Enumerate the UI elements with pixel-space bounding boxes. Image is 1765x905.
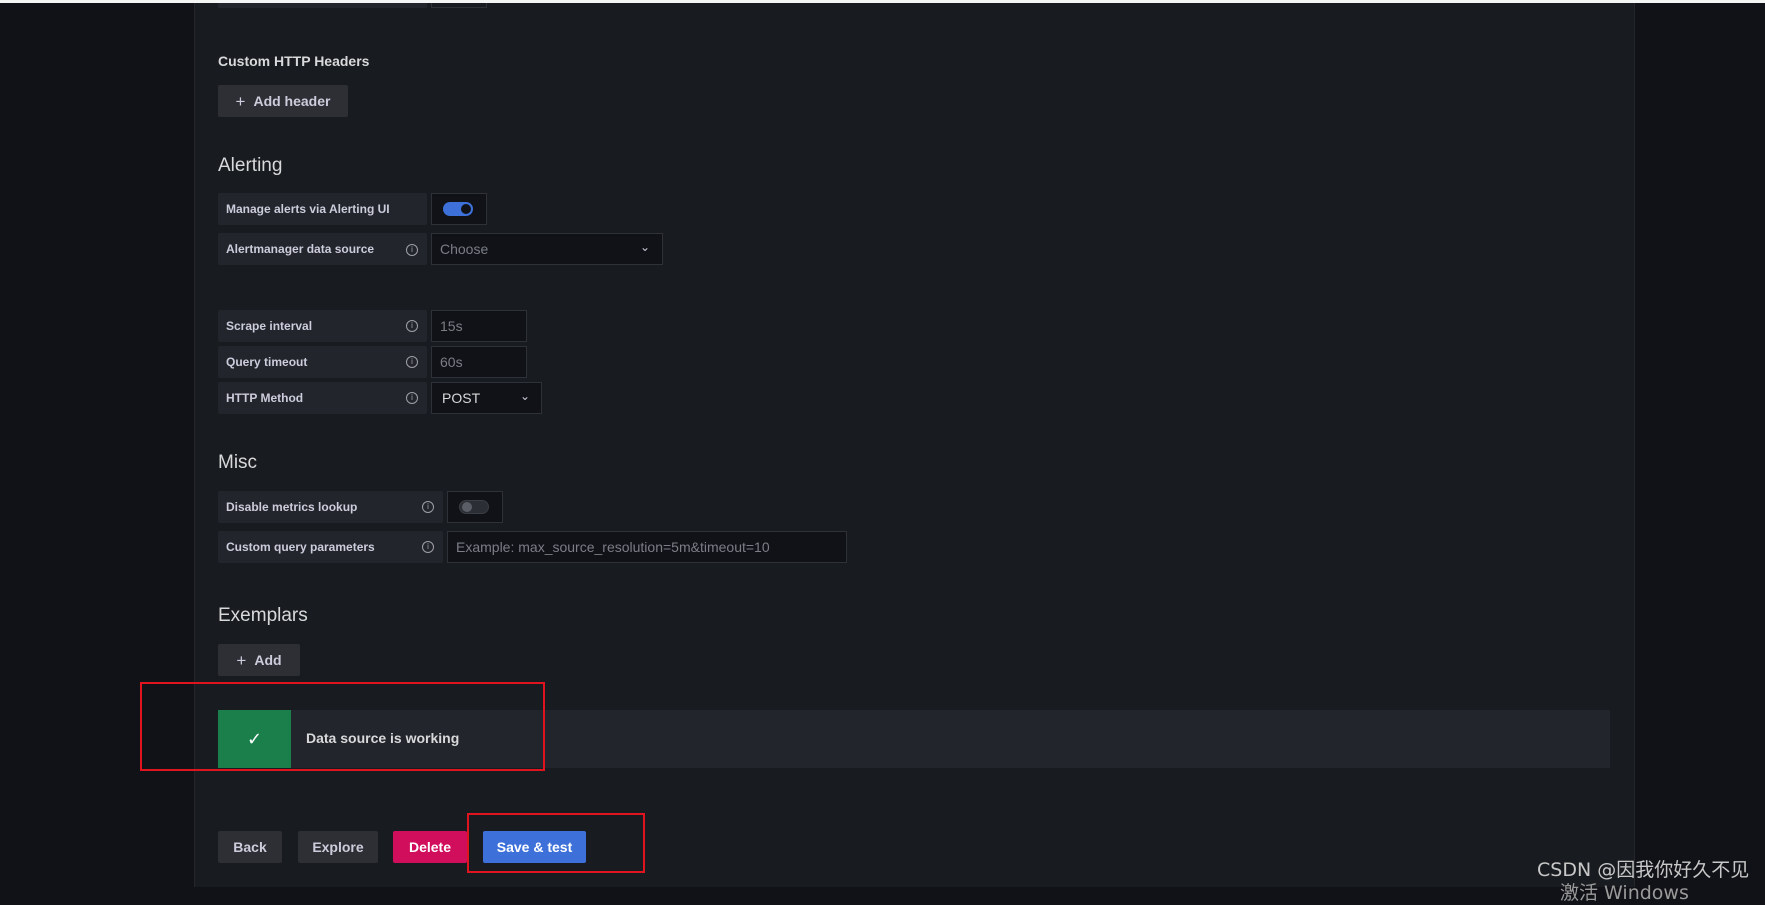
back-button[interactable]: Back xyxy=(218,831,282,863)
highlight-box-status xyxy=(140,682,545,771)
alerting-title: Alerting xyxy=(218,155,283,176)
alertmanager-text: Alertmanager data source xyxy=(226,242,375,256)
add-header-label: Add header xyxy=(253,93,331,109)
misc-title: Misc xyxy=(218,452,258,473)
custom-query-text: Custom query parameters xyxy=(226,540,375,554)
query-timeout-text: Query timeout xyxy=(226,355,308,369)
custom-query-label: Custom query parameters xyxy=(218,531,443,563)
disable-lookup-text: Disable metrics lookup xyxy=(226,500,358,514)
chevron-down-icon: ⌄ xyxy=(520,389,531,403)
alertmanager-placeholder: Choose xyxy=(440,241,489,257)
exemplars-title: Exemplars xyxy=(218,605,308,626)
disable-lookup-label: Disable metrics lookup xyxy=(218,491,443,523)
plus-icon: + xyxy=(236,650,247,670)
manage-alerts-label: Manage alerts via Alerting UI xyxy=(218,193,427,225)
explore-button[interactable]: Explore xyxy=(298,831,378,863)
manage-alerts-text: Manage alerts via Alerting UI xyxy=(226,202,390,216)
disable-lookup-toggle[interactable] xyxy=(459,500,489,514)
http-method-value: POST xyxy=(442,390,481,406)
info-icon[interactable]: i xyxy=(422,541,434,553)
partial-input-above xyxy=(431,3,487,8)
scrape-interval-placeholder: 15s xyxy=(440,318,463,334)
explore-label: Explore xyxy=(312,839,364,855)
add-exemplar-label: Add xyxy=(254,652,282,668)
delete-label: Delete xyxy=(408,839,452,855)
info-icon[interactable]: i xyxy=(422,501,434,513)
query-timeout-placeholder: 60s xyxy=(440,354,463,370)
query-timeout-label: Query timeout xyxy=(218,346,427,378)
highlight-box-save xyxy=(467,813,645,873)
toggle-knob xyxy=(462,502,472,512)
http-method-label: HTTP Method xyxy=(218,382,427,414)
custom-query-input[interactable]: Example: max_source_resolution=5m&timeou… xyxy=(447,531,847,563)
scrape-interval-text: Scrape interval xyxy=(226,319,313,333)
query-timeout-input[interactable]: 60s xyxy=(431,346,527,378)
alertmanager-select[interactable]: Choose xyxy=(431,233,663,265)
plus-icon: + xyxy=(235,91,246,111)
custom-query-placeholder: Example: max_source_resolution=5m&timeou… xyxy=(456,539,770,555)
add-exemplar-button[interactable]: + Add xyxy=(218,644,300,676)
alertmanager-label: Alertmanager data source xyxy=(218,233,427,265)
info-icon[interactable]: i xyxy=(406,392,418,404)
info-icon[interactable]: i xyxy=(406,356,418,368)
partial-field-above xyxy=(218,3,427,8)
custom-headers-title: Custom HTTP Headers xyxy=(218,53,370,69)
back-label: Back xyxy=(233,839,267,855)
scrape-interval-input[interactable]: 15s xyxy=(431,310,527,342)
chevron-down-icon: ⌄ xyxy=(640,240,651,254)
windows-activation-text: 激活 Windows xyxy=(1560,882,1689,904)
scrape-interval-label: Scrape interval xyxy=(218,310,427,342)
info-icon[interactable]: i xyxy=(406,244,418,256)
delete-button[interactable]: Delete xyxy=(393,831,467,863)
add-header-button[interactable]: + Add header xyxy=(218,85,348,117)
toggle-knob xyxy=(461,204,471,214)
http-method-text: HTTP Method xyxy=(226,391,304,405)
info-icon[interactable]: i xyxy=(406,320,418,332)
manage-alerts-toggle[interactable] xyxy=(443,202,473,216)
